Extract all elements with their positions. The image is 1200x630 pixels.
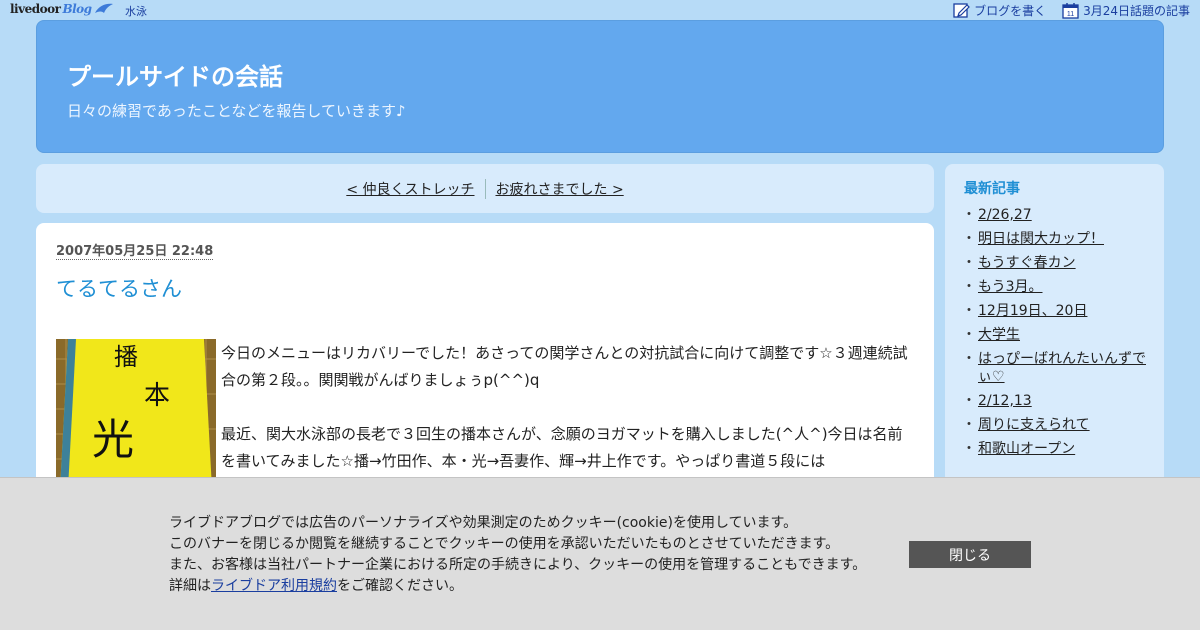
cookie-line-2: このバナーを閉じるか閲覧を継続することでクッキーの使用を承認いただいたものとさせ… [169, 536, 840, 552]
blog-title[interactable]: プールサイドの会話 [67, 57, 283, 92]
cookie-line-4: 詳細はライブドア利用規約をご確認ください。 [169, 576, 889, 597]
calendar-day-number: 11 [1067, 11, 1074, 18]
photo-char-3: 光 [92, 415, 134, 464]
pencil-icon [953, 2, 970, 18]
post-title: てるてるさん [56, 277, 182, 301]
write-blog-link[interactable]: ブログを書く [953, 2, 1046, 19]
trending-articles-label: 3月24日話題の記事 [1083, 3, 1190, 18]
recent-post-link[interactable]: もう3月。 [978, 279, 1043, 295]
sidebar-recent-posts: 最新記事 2/26,27 明日は関大カップ！ もうすぐ春カン もう3月。 12月… [945, 164, 1164, 484]
list-item: もう3月。 [962, 278, 1154, 296]
list-item: 大学生 [962, 326, 1154, 344]
category-link[interactable]: 水泳 [125, 3, 147, 19]
cookie-line-4-suffix: をご確認ください。 [337, 578, 463, 594]
cookie-line-3: また、お客様は当社パートナー企業における所定の手続きにより、クッキーの使用を管理… [169, 557, 867, 573]
photo-char-2: 本 [144, 381, 170, 411]
list-item: 周りに支えられて [962, 416, 1154, 434]
top-bar: livedoor Blog 水泳 ブログを書く 11 3月24日話題の記事 [0, 0, 1200, 20]
blog-description: 日々の練習であったことなどを報告していきます♪ [67, 102, 406, 120]
list-item: もうすぐ春カン [962, 254, 1154, 272]
post-date[interactable]: 2007年05月25日 22:48 [56, 244, 214, 260]
list-item: 和歌山オープン [962, 440, 1154, 458]
logo-livedoor-text: livedoor [10, 2, 61, 16]
trending-articles-link[interactable]: 11 3月24日話題の記事 [1062, 2, 1190, 19]
recent-post-link[interactable]: はっぴーばれんたいんずでぃ♡ [978, 351, 1146, 385]
recent-post-link[interactable]: 和歌山オープン [978, 441, 1075, 457]
calendar-icon: 11 [1062, 2, 1079, 19]
article-pager: < 仲良くストレッチ お疲れさまでした > [36, 164, 934, 213]
recent-posts-heading: 最新記事 [964, 181, 1020, 197]
list-item: 明日は関大カップ！ [962, 230, 1154, 248]
yoga-mat-image: 播 本 光 [56, 339, 216, 489]
livedoor-blog-logo[interactable]: livedoor Blog [10, 1, 114, 17]
pager-divider [484, 178, 486, 199]
dolphin-icon [94, 3, 113, 13]
yoga-mat-photo[interactable]: 播 本 光 [56, 339, 216, 489]
recent-post-link[interactable]: もうすぐ春カン [978, 255, 1076, 271]
prev-article-link[interactable]: < 仲良くストレッチ [346, 179, 474, 199]
photo-char-1: 播 [114, 343, 138, 371]
recent-post-link[interactable]: 2/26,27 [978, 207, 1032, 223]
recent-post-link[interactable]: 明日は関大カップ！ [978, 231, 1104, 247]
next-article-link[interactable]: お疲れさまでした > [496, 179, 624, 199]
recent-posts-list: 2/26,27 明日は関大カップ！ もうすぐ春カン もう3月。 12月19日、2… [962, 206, 1154, 464]
recent-post-link[interactable]: 大学生 [978, 327, 1020, 343]
close-banner-button[interactable]: 閉じる [909, 541, 1031, 568]
post-paragraph-1: 今日のメニューはリカバリーでした！あさっての関学さんとの対抗試合に向けて調整です… [221, 344, 908, 389]
cookie-line-1: ライブドアブログでは広告のパーソナライズや効果測定のためクッキー(cookie)… [169, 515, 798, 531]
cookie-line-4-prefix: 詳細は [169, 578, 211, 594]
list-item: 2/12,13 [962, 392, 1154, 410]
logo-blog-text: Blog [62, 2, 92, 16]
cookie-notice-text: ライブドアブログでは広告のパーソナライズや効果測定のためクッキー(cookie)… [169, 513, 889, 597]
recent-post-link[interactable]: 周りに支えられて [978, 417, 1090, 433]
list-item: はっぴーばれんたいんずでぃ♡ [962, 350, 1154, 386]
list-item: 2/26,27 [962, 206, 1154, 224]
write-blog-label: ブログを書く [974, 3, 1047, 18]
list-item: 12月19日、20日 [962, 302, 1154, 320]
cookie-banner: ライブドアブログでは広告のパーソナライズや効果測定のためクッキー(cookie)… [0, 477, 1200, 630]
terms-of-use-link[interactable]: ライブドア利用規約 [211, 578, 337, 594]
top-links: ブログを書く 11 3月24日話題の記事 [953, 0, 1190, 20]
blog-header: プールサイドの会話 日々の練習であったことなどを報告していきます♪ [36, 20, 1164, 153]
recent-post-link[interactable]: 2/12,13 [978, 393, 1032, 409]
recent-post-link[interactable]: 12月19日、20日 [978, 303, 1087, 319]
post-paragraph-2: 最近、関大水泳部の長老で３回生の播本さんが、念願のヨガマットを購入しました(^人… [221, 425, 903, 470]
